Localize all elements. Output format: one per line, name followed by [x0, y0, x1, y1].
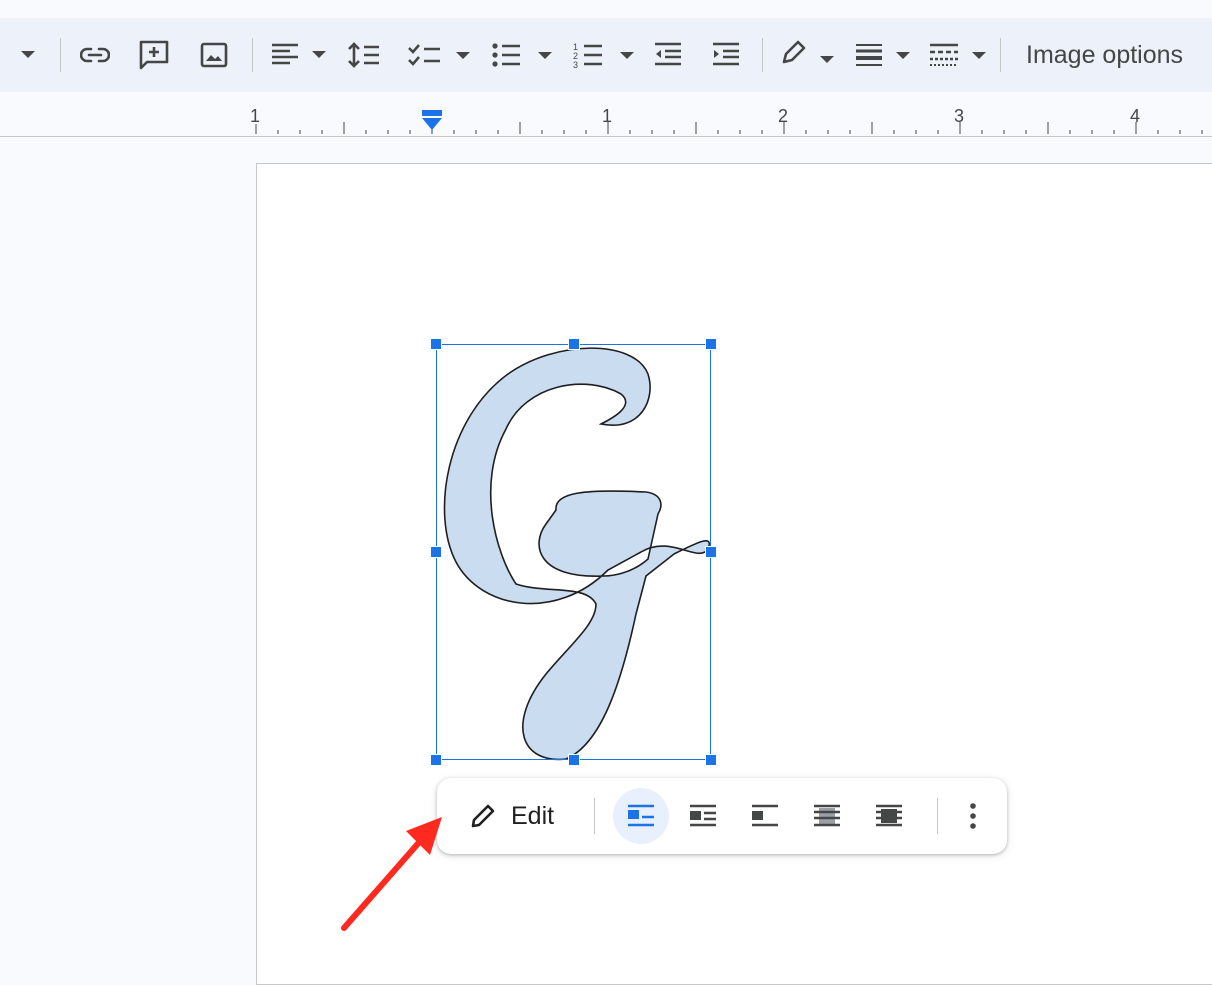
- image-options-button[interactable]: Image options: [1014, 18, 1195, 92]
- top-strip: [0, 0, 1212, 18]
- ruler-label: 1: [249, 106, 261, 126]
- in-front-of-text-button[interactable]: [861, 788, 917, 844]
- wrap-in-line-button[interactable]: [613, 788, 669, 844]
- wrap-text-icon: [690, 804, 716, 827]
- resize-handle-right[interactable]: [705, 546, 717, 558]
- toolbar-divider: [60, 38, 61, 72]
- border-color-pencil-icon[interactable]: [778, 18, 836, 92]
- toolbar-divider: [594, 798, 595, 834]
- wrap-text-button[interactable]: [675, 788, 731, 844]
- dropdown-caret-icon[interactable]: [14, 18, 42, 92]
- border-weight-icon[interactable]: [854, 18, 912, 92]
- resize-handle-top-left[interactable]: [430, 338, 442, 350]
- toolbar-divider: [762, 38, 763, 72]
- resize-handle-left[interactable]: [430, 546, 442, 558]
- add-comment-icon[interactable]: [134, 18, 174, 92]
- svg-text:3: 3: [573, 60, 578, 69]
- in-front-of-text-icon: [876, 804, 902, 827]
- ruler-label: 3: [953, 106, 965, 126]
- resize-handle-bottom-right[interactable]: [705, 754, 717, 766]
- numbered-list-icon[interactable]: 123: [572, 18, 636, 92]
- edit-label: Edit: [511, 801, 555, 830]
- horizontal-ruler: 1 1 2 3 4: [0, 92, 1212, 137]
- ruler-label: 1: [601, 106, 613, 126]
- toolbar-divider: [937, 798, 938, 834]
- more-options-button[interactable]: [955, 788, 991, 844]
- behind-text-icon: [814, 804, 840, 827]
- behind-text-button[interactable]: [799, 788, 855, 844]
- pencil-icon: [471, 804, 495, 828]
- toolbar-divider: [1000, 38, 1001, 72]
- indent-marker-icon[interactable]: [420, 110, 444, 136]
- in-line-icon: [628, 804, 654, 827]
- align-left-icon[interactable]: [268, 18, 330, 92]
- checklist-icon[interactable]: [406, 18, 472, 92]
- break-text-button[interactable]: [737, 788, 793, 844]
- image-floating-toolbar: Edit: [437, 778, 1007, 854]
- insert-link-icon[interactable]: [76, 18, 114, 92]
- resize-handle-bottom[interactable]: [568, 754, 580, 766]
- bulleted-list-icon[interactable]: [490, 18, 554, 92]
- break-text-icon: [752, 804, 778, 827]
- decrease-indent-icon[interactable]: [652, 18, 684, 92]
- document-page[interactable]: [256, 163, 1212, 985]
- toolbar-divider: [252, 38, 253, 72]
- g-shape: [443, 347, 711, 761]
- border-dash-icon[interactable]: [928, 18, 990, 92]
- line-spacing-icon[interactable]: [346, 18, 382, 92]
- resize-handle-top-right[interactable]: [705, 338, 717, 350]
- increase-indent-icon[interactable]: [710, 18, 742, 92]
- ruler-label: 2: [777, 106, 789, 126]
- resize-handle-bottom-left[interactable]: [430, 754, 442, 766]
- more-vert-icon: [970, 803, 976, 829]
- script-g-image[interactable]: [436, 344, 712, 762]
- edit-button[interactable]: Edit: [459, 790, 564, 842]
- ruler-label: 4: [1129, 106, 1141, 126]
- insert-image-icon[interactable]: [196, 18, 232, 92]
- resize-handle-top[interactable]: [568, 338, 580, 350]
